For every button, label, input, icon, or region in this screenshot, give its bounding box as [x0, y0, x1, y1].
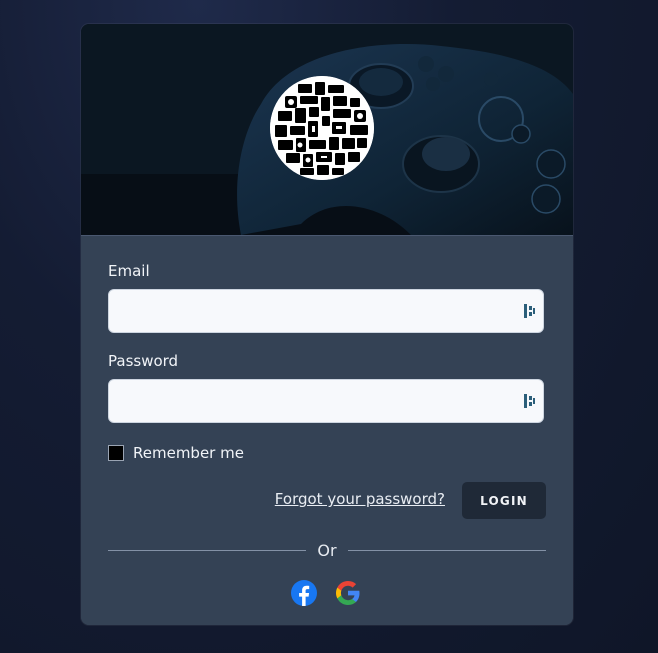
- email-label: Email: [108, 262, 150, 280]
- password-manager-icon[interactable]: [523, 303, 537, 319]
- or-label: Or: [317, 540, 337, 560]
- login-form: Email Password Remember me Forgot your p…: [81, 235, 573, 625]
- or-divider: Or: [108, 540, 547, 560]
- email-input[interactable]: [109, 290, 533, 330]
- email-field[interactable]: [108, 289, 544, 333]
- divider-line-left: [108, 549, 307, 551]
- facebook-icon[interactable]: [291, 580, 317, 606]
- banner-image: [81, 24, 573, 235]
- retro-consoles-logo: [270, 76, 374, 180]
- login-card: Email Password Remember me Forgot your p…: [81, 24, 573, 625]
- password-input[interactable]: [109, 380, 533, 420]
- password-label: Password: [108, 352, 179, 370]
- password-field[interactable]: [108, 379, 544, 423]
- google-icon[interactable]: [335, 580, 361, 606]
- forgot-password-link[interactable]: Forgot your password?: [275, 490, 445, 508]
- login-button[interactable]: LOGIN: [462, 482, 546, 519]
- divider-line-right: [347, 549, 547, 551]
- remember-me-label[interactable]: Remember me: [133, 444, 244, 462]
- remember-me: Remember me: [108, 444, 244, 462]
- social-login: [291, 580, 361, 606]
- password-manager-icon[interactable]: [523, 393, 537, 409]
- remember-me-checkbox[interactable]: [108, 445, 124, 461]
